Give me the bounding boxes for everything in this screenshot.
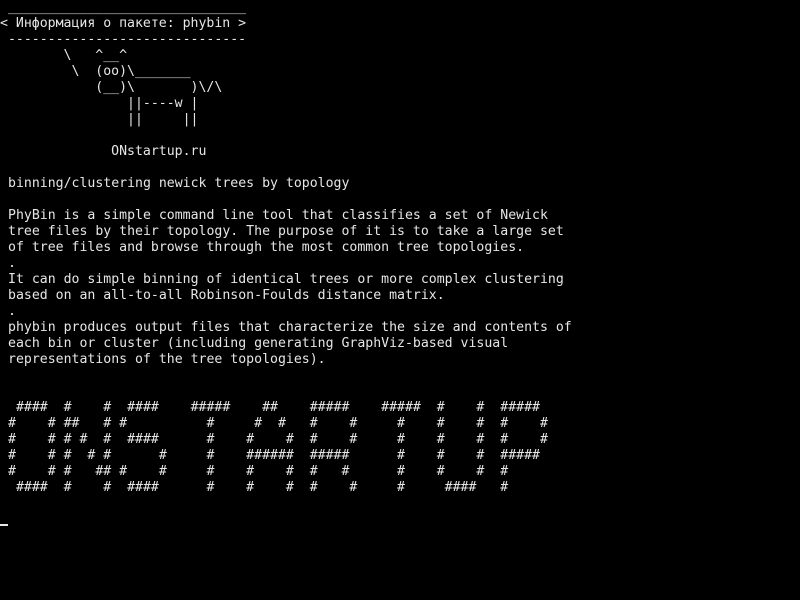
cow-ascii-art: \ ^__^ \ (oo)\_______ (__)\ )\/\ ||----w… bbox=[63, 48, 223, 127]
site-name: ONstartup.ru bbox=[0, 144, 207, 159]
bubble-border-top: ______________________________ bbox=[0, 0, 247, 15]
terminal-screen[interactable]: ______________________________ < Информа… bbox=[0, 0, 800, 600]
package-long-description: PhyBin is a simple command line tool tha… bbox=[8, 208, 572, 367]
package-short-description: binning/clustering newick trees by topol… bbox=[8, 176, 350, 191]
bubble-border-bottom: ------------------------------ bbox=[0, 32, 247, 47]
bubble-title: < Информация о пакете: phybin > bbox=[0, 16, 247, 31]
text-cursor bbox=[0, 524, 8, 526]
ascii-banner: #### # # #### ##### ## ##### ##### # # #… bbox=[8, 400, 548, 495]
